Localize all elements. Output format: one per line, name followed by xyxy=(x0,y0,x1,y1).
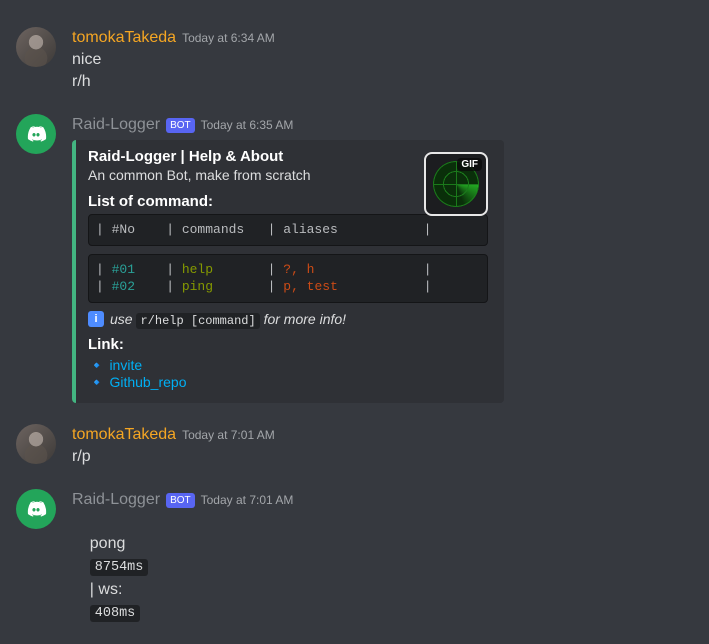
message: Raid-Logger BOT Today at 6:35 AM GIF Rai… xyxy=(0,112,709,405)
message-content: nice r/h xyxy=(72,49,693,93)
inline-code: 8754ms xyxy=(90,559,149,576)
username[interactable]: tomokaTakeda xyxy=(72,27,176,49)
invite-link[interactable]: invite xyxy=(109,357,142,373)
avatar[interactable] xyxy=(16,114,56,154)
embed-links: Link: 🔹invite 🔹Github_repo xyxy=(88,336,488,391)
codeblock-header: | #No | commands | aliases | xyxy=(88,214,488,246)
github-link[interactable]: Github_repo xyxy=(109,374,186,390)
timestamp: Today at 6:35 AM xyxy=(201,114,294,136)
embed-field-name: Link: xyxy=(88,336,488,353)
inline-code: r/help [command] xyxy=(136,313,259,329)
message-header: tomokaTakeda Today at 6:34 AM xyxy=(72,27,693,49)
link-row: 🔹Github_repo xyxy=(88,374,488,391)
message: tomokaTakeda Today at 6:34 AM nice r/h xyxy=(0,25,709,95)
message-content: pong 8754ms | ws: 408ms xyxy=(72,511,693,644)
discord-icon xyxy=(24,122,48,146)
timestamp: Today at 7:01 AM xyxy=(182,424,275,446)
avatar[interactable] xyxy=(16,27,56,67)
message-header: Raid-Logger BOT Today at 7:01 AM xyxy=(72,489,693,511)
diamond-icon: 🔹 xyxy=(88,357,105,373)
gif-badge: GIF xyxy=(457,158,482,171)
username[interactable]: Raid-Logger xyxy=(72,114,160,136)
message-header: Raid-Logger BOT Today at 6:35 AM xyxy=(72,114,693,136)
codeblock-rows: | #01 | help | ?, h | | #02 | ping | p, … xyxy=(88,254,488,303)
username[interactable]: Raid-Logger xyxy=(72,489,160,511)
message-content: r/p xyxy=(72,446,693,468)
timestamp: Today at 6:34 AM xyxy=(182,27,275,49)
message: tomokaTakeda Today at 7:01 AM r/p xyxy=(0,422,709,470)
bot-tag: BOT xyxy=(166,118,195,133)
username[interactable]: tomokaTakeda xyxy=(72,424,176,446)
embed-thumbnail[interactable]: GIF xyxy=(424,152,488,216)
avatar[interactable] xyxy=(16,424,56,464)
bot-tag: BOT xyxy=(166,493,195,508)
inline-code: 408ms xyxy=(90,605,141,622)
discord-icon xyxy=(24,497,48,521)
diamond-icon: 🔹 xyxy=(88,374,105,390)
embed-info: i use r/help [command] for more info! xyxy=(88,311,488,328)
timestamp: Today at 7:01 AM xyxy=(201,489,294,511)
message-header: tomokaTakeda Today at 7:01 AM xyxy=(72,424,693,446)
avatar[interactable] xyxy=(16,489,56,529)
link-row: 🔹invite xyxy=(88,357,488,374)
message: Raid-Logger BOT Today at 7:01 AM pong 87… xyxy=(0,487,709,644)
info-icon: i xyxy=(88,311,104,327)
embed: GIF Raid-Logger | Help & About An common… xyxy=(72,140,504,403)
